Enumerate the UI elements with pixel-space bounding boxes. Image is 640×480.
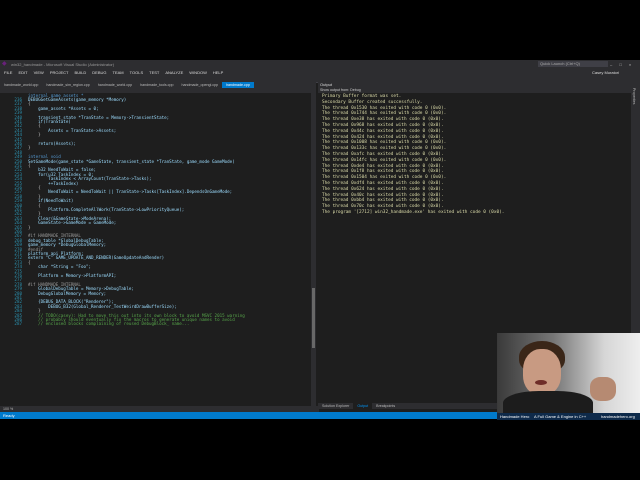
window-title: win32_handmade - Microsoft Visual Studio…: [11, 62, 115, 67]
show-output-from-label: Show output from:: [320, 88, 350, 92]
menu-item[interactable]: PROJECT: [50, 69, 69, 77]
code-line: Platform = Memory->PlatformAPI;: [28, 272, 117, 278]
code-line: char *String = "Foo";: [28, 264, 92, 270]
menu-item[interactable]: TEST: [149, 69, 159, 77]
properties-tab[interactable]: Properties: [632, 88, 636, 104]
line-number-gutter: 236 237 238 239 240 241 242 243 244 245 246 247 248 2…: [0, 93, 26, 406]
editor-scrollbar[interactable]: [311, 93, 316, 406]
code-line: // enclosed blocks complaining of reused…: [28, 321, 190, 327]
output-line: The program '[2712] win32_handmade.exe' …: [322, 210, 505, 215]
code-line: }: [28, 132, 41, 138]
code-line: game_assets *Assets = 0;: [28, 105, 99, 111]
menu-item[interactable]: DEBUG: [92, 69, 106, 77]
code-line: }: [28, 145, 31, 151]
code-area[interactable]: internal game_assets * DEBUGGetGameAssets…: [26, 93, 311, 406]
menu-item[interactable]: VIEW: [34, 69, 44, 77]
window-controls[interactable]: – □ ×: [610, 60, 640, 69]
menu-item[interactable]: BUILD: [74, 69, 86, 77]
tool-window-tab[interactable]: Breakpoints: [372, 403, 399, 409]
menu-item[interactable]: TEAM: [113, 69, 124, 77]
presenter-face: [523, 349, 561, 395]
menu-items: FILE EDIT VIEW PROJECT BUILD DEBUG TEAM TOOLS TE…: [4, 69, 223, 77]
menu-item[interactable]: EDIT: [18, 69, 27, 77]
menu-item[interactable]: WINDOW: [189, 69, 207, 77]
presenter-hand: [590, 377, 616, 401]
stream-banner: Handmade Hero A Full Game & Engine in C+…: [497, 413, 640, 420]
menu-item[interactable]: FILE: [4, 69, 12, 77]
presenter-mouth: [535, 380, 547, 385]
code-line: DebugGlobalMemory = Memory;: [28, 290, 107, 296]
scrollbar-thumb[interactable]: [312, 288, 315, 348]
code-editor[interactable]: 236 237 238 239 240 241 242 243 244 245 246 247 248 2…: [0, 93, 316, 406]
banner-middle-text: A Full Game & Engine in C++: [534, 414, 587, 419]
line-number: 287: [14, 321, 22, 327]
menu-item[interactable]: ANALYZE: [165, 69, 183, 77]
show-output-from-select[interactable]: Debug: [350, 88, 361, 92]
banner-left-text: Handmade Hero: [500, 414, 530, 419]
code-line: }: [28, 224, 31, 230]
tool-window-tab[interactable]: Solution Explorer: [318, 403, 353, 409]
webcam-overlay: [497, 333, 640, 413]
tool-window-tab[interactable]: Output: [353, 403, 373, 409]
menu-item[interactable]: TOOLS: [130, 69, 144, 77]
status-text: Ready: [3, 413, 15, 418]
user-name[interactable]: Casey Muratori: [592, 69, 619, 77]
banner-right-text: handmadehero.org: [601, 414, 635, 419]
title-bar: ◆ win32_handmade - Microsoft Visual Stud…: [0, 60, 640, 69]
quick-launch-input[interactable]: Quick Launch (Ctrl+Q): [538, 61, 608, 67]
menu-item[interactable]: HELP: [213, 69, 223, 77]
menu-bar: FILE EDIT VIEW PROJECT BUILD DEBUG TEAM TOOLS TE…: [0, 69, 640, 77]
presenter-shirt: [503, 391, 593, 413]
visual-studio-logo-icon: ◆: [2, 61, 7, 67]
